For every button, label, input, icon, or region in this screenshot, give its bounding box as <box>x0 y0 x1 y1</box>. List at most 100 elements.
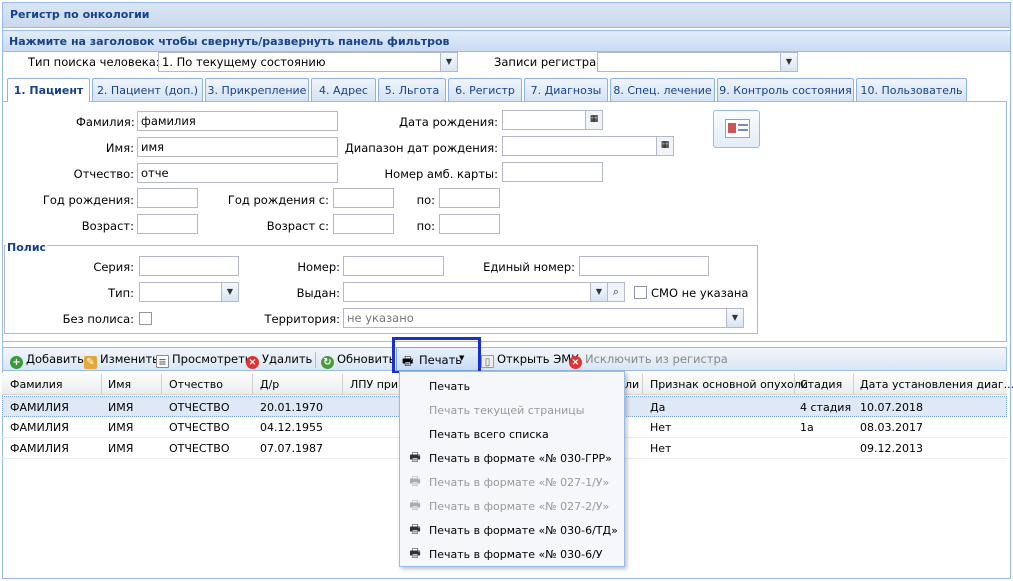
age-input[interactable] <box>137 214 198 234</box>
printer-icon: 🖶 <box>409 450 421 464</box>
delete-button[interactable]: × Удалить <box>246 352 312 369</box>
cell-stage: 4 стадия <box>800 401 852 414</box>
col-hidden[interactable]: ли <box>625 378 639 391</box>
menu-item-print-027-1u[interactable]: Печать в формате «№ 027-1/У» <box>429 476 609 489</box>
birth-year-to-label: по: <box>416 193 435 207</box>
patronymic-input[interactable]: отче <box>137 163 338 183</box>
edit-button[interactable]: ✎ Изменить <box>84 352 159 369</box>
tab-register[interactable]: 6. Регистр <box>448 78 522 101</box>
add-button[interactable]: + Добавить <box>10 352 84 369</box>
tab-patient[interactable]: 1. Пациент <box>7 78 90 102</box>
register-records-select[interactable]: ▼ <box>597 52 798 72</box>
cell-name: ИМЯ <box>108 421 134 434</box>
birth-range-label: Диапазон дат рождения: <box>344 141 498 155</box>
col-patronymic[interactable]: Отчество <box>169 378 223 391</box>
age-to-input[interactable] <box>439 214 500 234</box>
name-input[interactable]: имя <box>137 137 338 157</box>
type-select[interactable]: ▼ <box>139 282 239 302</box>
cell-birthdate: 20.01.1970 <box>260 401 323 414</box>
surname-input[interactable]: фамилия <box>137 111 338 131</box>
menu-item-print-030-grr[interactable]: Печать в формате «№ 030-ГРР» <box>429 452 612 465</box>
col-name[interactable]: Имя <box>108 378 131 391</box>
menu-item-print[interactable]: Печать <box>429 380 470 393</box>
calendar-icon[interactable]: ▦ <box>585 111 602 129</box>
birth-date-input[interactable]: ▦ <box>502 110 603 130</box>
exclude-button[interactable]: × Исключить из регистра <box>569 352 728 369</box>
territory-select[interactable]: не указано ▼ <box>343 308 744 328</box>
no-polis-checkbox[interactable] <box>139 312 152 325</box>
id-card-icon <box>725 119 750 138</box>
birth-date-label: Дата рождения: <box>399 115 498 129</box>
number-label: Номер: <box>297 260 340 274</box>
birth-year-to-input[interactable] <box>439 188 500 208</box>
card-number-label: Номер амб. карты: <box>384 167 498 181</box>
printer-icon: 🖶 <box>409 498 421 512</box>
chevron-down-icon[interactable]: ▼ <box>440 53 457 71</box>
cell-patronymic: ОТЧЕСТВО <box>169 421 230 434</box>
printer-icon: 🖶 <box>409 522 421 536</box>
chevron-down-icon[interactable]: ▼ <box>780 53 797 71</box>
refresh-button[interactable]: ↻ Обновить <box>321 352 395 369</box>
birth-year-from-label: Год рождения с: <box>227 193 329 207</box>
tab-special-treatment[interactable]: 8. Спец. лечение <box>610 78 715 101</box>
menu-item-print-027-2u[interactable]: Печать в формате «№ 027-2/У» <box>429 500 609 513</box>
tab-address[interactable]: 4. Адрес <box>311 78 376 101</box>
exclude-label: Исключить из регистра <box>585 352 728 366</box>
type-label: Тип: <box>108 286 134 300</box>
id-card-button[interactable] <box>713 110 760 148</box>
cell-surname: ФАМИЛИЯ <box>10 421 69 434</box>
age-to-label: по: <box>416 219 435 233</box>
calendar-icon[interactable]: ▦ <box>656 137 673 155</box>
view-button[interactable]: ≡ Просмотреть <box>156 352 252 368</box>
tab-attachment[interactable]: 3. Прикрепление <box>205 78 309 101</box>
smo-label: СМО не указана <box>651 286 749 300</box>
search-icon[interactable]: ⌕ <box>607 282 625 302</box>
window-title: Регистр по онкологии <box>3 3 1010 28</box>
filter-panel-toggle[interactable]: Нажмите на заголовок чтобы свернуть/разв… <box>3 30 1010 52</box>
pencil-icon: ✎ <box>84 356 97 369</box>
chevron-down-icon[interactable]: ▼ <box>726 309 743 327</box>
open-emk-button[interactable]: ▯ Открыть ЭМК <box>481 352 579 368</box>
series-label: Серия: <box>93 260 134 274</box>
issued-select[interactable]: ▼ <box>343 282 608 302</box>
smo-checkbox[interactable] <box>634 286 647 299</box>
printer-icon: 🖶 <box>409 474 421 488</box>
cell-stage: 1а <box>800 421 814 434</box>
unified-number-input[interactable] <box>579 256 709 276</box>
menu-item-print-030-6u[interactable]: Печать в формате «№ 030-6/У <box>429 548 603 561</box>
cell-name: ИМЯ <box>108 442 134 455</box>
col-main-tumor[interactable]: Признак основной опухоли <box>650 378 808 391</box>
card-number-input[interactable] <box>502 162 603 182</box>
cell-name: ИМЯ <box>108 401 134 414</box>
polis-title: Полис <box>6 241 48 254</box>
series-input[interactable] <box>139 256 239 276</box>
name-label: Имя: <box>105 141 134 155</box>
menu-item-print-all[interactable]: Печать всего списка <box>429 428 549 441</box>
chevron-down-icon[interactable]: ▼ <box>221 283 238 301</box>
col-diagnosis-date[interactable]: Дата установления диаг... <box>860 378 1013 391</box>
search-type-select[interactable]: 1. По текущему состоянию ▼ <box>158 52 458 72</box>
territory-value: не указано <box>347 311 414 325</box>
age-from-label: Возраст с: <box>266 219 329 233</box>
col-surname[interactable]: Фамилия <box>10 378 62 391</box>
menu-item-print-current-page[interactable]: Печать текущей страницы <box>429 404 584 417</box>
birth-year-input[interactable] <box>137 188 198 208</box>
tab-condition-control[interactable]: 9. Контроль состояния <box>717 78 854 101</box>
menu-item-print-030-6td[interactable]: Печать в формате «№ 030-6/ТД» <box>429 524 618 537</box>
chevron-down-icon[interactable]: ▼ <box>590 283 607 301</box>
tab-benefit[interactable]: 5. Льгота <box>378 78 446 101</box>
cell-patronymic: ОТЧЕСТВО <box>169 401 230 414</box>
document-icon: ≡ <box>156 355 169 368</box>
birth-range-input[interactable]: ▦ <box>502 136 674 156</box>
tab-user[interactable]: 10. Пользователь <box>856 78 967 101</box>
number-input[interactable] <box>343 256 444 276</box>
col-birthdate[interactable]: Д/р <box>260 378 279 391</box>
birth-year-from-input[interactable] <box>333 188 394 208</box>
view-label: Просмотреть <box>172 352 252 366</box>
age-from-input[interactable] <box>333 214 394 234</box>
unified-number-label: Единый номер: <box>483 260 575 274</box>
grid-toolbar: + Добавить ✎ Изменить ≡ Просмотреть × Удалит… <box>2 347 1007 371</box>
tab-diagnoses[interactable]: 7. Диагнозы <box>524 78 608 101</box>
tab-patient-extra[interactable]: 2. Пациент (доп.) <box>92 78 203 101</box>
col-stage[interactable]: Стадия <box>800 378 842 391</box>
